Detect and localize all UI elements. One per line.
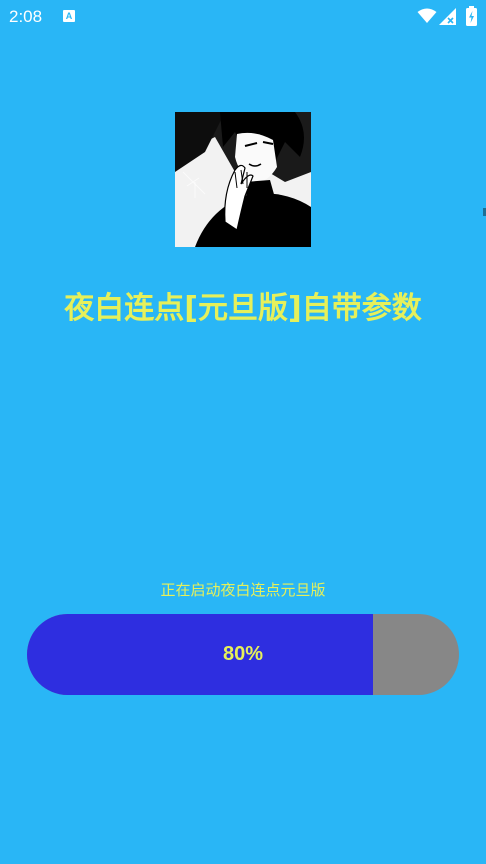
loading-message: 正在启动夜白连点元旦版: [160, 581, 326, 599]
app-notification-icon: A: [63, 10, 75, 22]
battery-charging-icon: [466, 6, 477, 26]
status-time: 2:08: [9, 7, 43, 26]
anime-character-logo: [175, 112, 311, 247]
status-bar: 2:08 A: [0, 0, 486, 34]
wifi-icon: [417, 8, 437, 23]
signal-no-sim-icon: [439, 8, 456, 25]
progress-bar: 80%: [27, 614, 459, 695]
logo-artwork: [175, 112, 311, 247]
progress-percent-label: 80%: [222, 643, 264, 665]
app-title: 夜白连点[元旦版]自带参数: [64, 291, 422, 326]
